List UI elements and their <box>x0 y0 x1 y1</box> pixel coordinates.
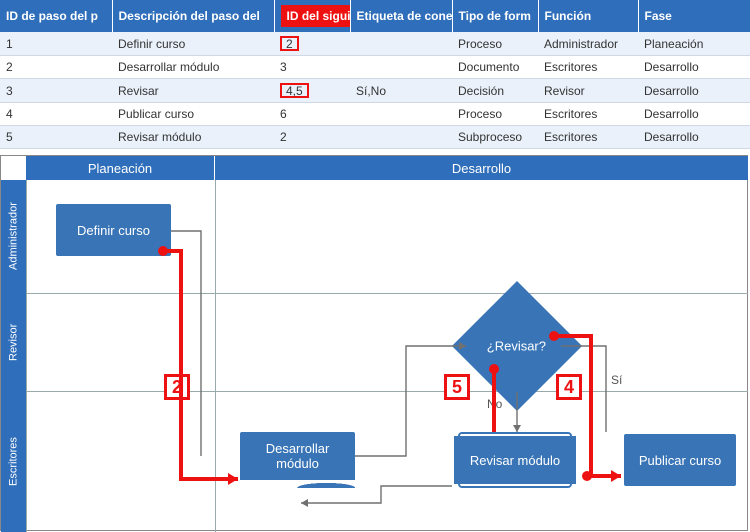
phase-header-planeacion: Planeación <box>26 156 215 180</box>
shape-publicar-curso[interactable]: Publicar curso <box>624 434 736 486</box>
gridline <box>26 180 27 532</box>
cell-conn <box>350 32 452 56</box>
process-table: ID de paso del p Descripción del paso de… <box>0 0 750 149</box>
highlight-next-id: 4,5 <box>280 83 309 98</box>
phase-header-desarrollo: Desarrollo <box>215 156 748 180</box>
col-header-desc[interactable]: Descripción del paso del <box>112 0 274 32</box>
cell-conn <box>350 126 452 149</box>
cell-conn <box>350 103 452 126</box>
lane-label-revisor: Revisor <box>1 293 26 391</box>
shape-label: ¿Revisar? <box>487 339 546 354</box>
table-row[interactable]: 4Publicar curso6 ProcesoEscritoresDesarro… <box>0 103 750 126</box>
cell-desc: Desarrollar módulo <box>112 56 274 79</box>
gridline <box>215 180 216 532</box>
cell-desc: Definir curso <box>112 32 274 56</box>
cell-func: Administrador <box>538 32 638 56</box>
cell-id: 2 <box>0 56 112 79</box>
cell-next: 3 <box>274 56 350 79</box>
flow-diagram: Planeación Desarrollo Administrador Revi… <box>0 155 748 531</box>
cell-conn <box>350 56 452 79</box>
cell-phase: Desarrollo <box>638 56 750 79</box>
cell-next: 2 <box>274 32 350 56</box>
col-header-next[interactable]: ID del siguie <box>274 0 350 32</box>
cell-id: 3 <box>0 79 112 103</box>
cell-id: 5 <box>0 126 112 149</box>
table-row[interactable]: 1Definir curso 2 ProcesoAdministradorPlane… <box>0 32 750 56</box>
highlight-next-id: 2 <box>280 36 299 51</box>
cell-next: 4,5 <box>274 79 350 103</box>
col-header-phase[interactable]: Fase <box>638 0 750 32</box>
cell-desc: Revisar módulo <box>112 126 274 149</box>
shape-definir-curso[interactable]: Definir curso <box>56 204 171 256</box>
cell-conn: Sí,No <box>350 79 452 103</box>
col-header-id[interactable]: ID de paso del p <box>0 0 112 32</box>
cell-next: 2 <box>274 126 350 149</box>
cell-phase: Planeación <box>638 32 750 56</box>
lane-label-escritores: Escritores <box>1 391 26 532</box>
connector-label-no: No <box>487 397 503 411</box>
cell-func: Escritores <box>538 126 638 149</box>
cell-id: 4 <box>0 103 112 126</box>
cell-func: Escritores <box>538 103 638 126</box>
cell-phase: Desarrollo <box>638 126 750 149</box>
lane-label-administrador: Administrador <box>1 180 26 293</box>
callout-5: 5 <box>444 374 470 400</box>
cell-type: Decisión <box>452 79 538 103</box>
callout-4: 4 <box>556 374 582 400</box>
cell-type: Proceso <box>452 32 538 56</box>
gridline <box>26 391 748 392</box>
shape-desarrollar-modulo[interactable]: Desarrollar módulo <box>240 432 355 480</box>
cell-phase: Desarrollo <box>638 79 750 103</box>
cell-desc: Publicar curso <box>112 103 274 126</box>
col-header-func[interactable]: Función <box>538 0 638 32</box>
highlight-header-next: ID del siguie <box>281 5 351 27</box>
cell-func: Escritores <box>538 56 638 79</box>
cell-type: Subproceso <box>452 126 538 149</box>
table-row[interactable]: 3Revisar 4,5 Sí,NoDecisiónRevisorDesarroll… <box>0 79 750 103</box>
col-header-conn[interactable]: Etiqueta de cone <box>350 0 452 32</box>
col-header-type[interactable]: Tipo de form <box>452 0 538 32</box>
shape-revisar-modulo[interactable]: Revisar módulo <box>460 434 570 486</box>
connector-label-si: Sí <box>611 373 623 387</box>
cell-id: 1 <box>0 32 112 56</box>
cell-phase: Desarrollo <box>638 103 750 126</box>
cell-type: Documento <box>452 56 538 79</box>
table-row[interactable]: 2Desarrollar módulo3 DocumentoEscritoresD… <box>0 56 750 79</box>
cell-next: 6 <box>274 103 350 126</box>
table-header-row: ID de paso del p Descripción del paso de… <box>0 0 750 32</box>
gridline <box>26 293 748 294</box>
cell-func: Revisor <box>538 79 638 103</box>
table-row[interactable]: 5Revisar módulo2 SubprocesoEscritoresDesa… <box>0 126 750 149</box>
callout-2: 2 <box>164 374 190 400</box>
cell-type: Proceso <box>452 103 538 126</box>
cell-desc: Revisar <box>112 79 274 103</box>
